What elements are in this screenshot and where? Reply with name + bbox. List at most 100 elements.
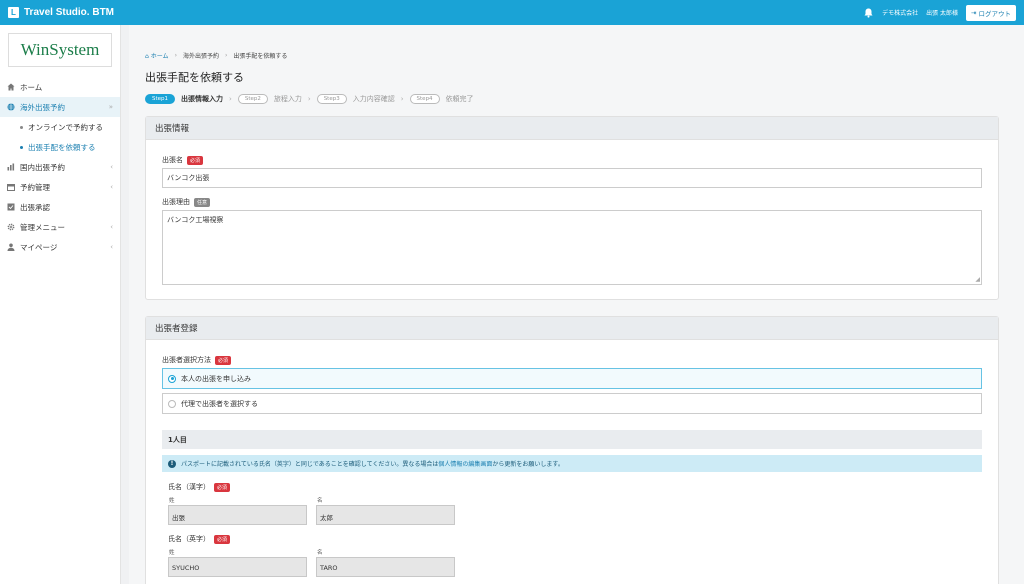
step-pill: Step4 (409, 94, 440, 104)
step-pill: Step1 (145, 94, 176, 104)
sidebar-subitem-online-booking[interactable]: オンラインで予約する (0, 117, 120, 137)
kanji-last-name-field: 出張 (168, 505, 307, 525)
sidebar-item-home[interactable]: ホーム (0, 77, 120, 97)
kanji-first-name-field: 太郎 (316, 505, 455, 525)
sidebar-item-reservations[interactable]: 予約管理 ‹ (0, 177, 120, 197)
trip-name-label: 出張名 必須 (162, 155, 204, 165)
brand[interactable]: L Travel Studio. BTM (8, 7, 114, 18)
sidebar-item-label: ホーム (20, 82, 43, 92)
trip-name-input[interactable]: バンコク出張 (162, 168, 982, 188)
radio-selected-icon (168, 374, 176, 383)
chevron-double-down-icon: » (108, 103, 113, 111)
home-icon: ⌂ (145, 53, 149, 60)
chevron-right-icon: › (400, 95, 404, 103)
sidebar-item-label: 予約管理 (20, 182, 50, 192)
radio-unselected-icon (168, 399, 176, 408)
trip-reason-label: 出張理由 任意 (162, 197, 211, 207)
optional-badge: 任意 (194, 197, 211, 207)
sidebar-item-overseas[interactable]: 海外出張予約 » (0, 97, 120, 117)
trip-reason-textarea[interactable]: バンコク工場視察 ◢ (162, 210, 982, 285)
sidebar-item-admin[interactable]: 管理メニュー ‹ (0, 217, 120, 237)
chevron-right-icon: › (224, 52, 228, 59)
step-label: 出張情報入力 (181, 95, 224, 103)
required-badge: 必須 (214, 482, 231, 492)
user-name: 出張 太郎様 (926, 10, 959, 17)
chevron-left-icon: ‹ (110, 243, 113, 251)
chevron-right-icon: › (229, 95, 232, 103)
breadcrumb-current: 出張手配を依頼する (233, 53, 288, 60)
sidebar-item-domestic[interactable]: 国内出張予約 ‹ (0, 157, 120, 177)
trip-info-card: 出張情報 出張名 必須 バンコク出張 出張理由 任意 バンコク工場視察 ◢ (145, 116, 999, 300)
brand-name: Travel Studio. BTM (24, 7, 115, 18)
sidebar-item-label: 海外出張予約 (20, 102, 65, 112)
first-name-label: 名 (317, 498, 323, 504)
sidebar-subitem-request-arrangement[interactable]: 出張手配を依頼する (0, 137, 120, 157)
selection-method-label: 出張者選択方法 必須 (162, 355, 232, 365)
globe-icon (7, 103, 15, 111)
bullet-icon (20, 145, 23, 149)
chart-icon (7, 163, 15, 171)
last-name-label: 姓 (169, 550, 175, 556)
calendar-icon (7, 183, 15, 191)
top-bar: L Travel Studio. BTM デモ株式会社 出張 太郎様 ⇥ ログア… (0, 0, 1024, 25)
step-pill: Step3 (316, 94, 347, 104)
info-icon: ! (168, 459, 176, 468)
sidebar-item-label: オンラインで予約する (28, 122, 103, 132)
alert-text: パスポートに記載されている氏名（英字）と同じであることを確認してください。異なる… (181, 461, 564, 468)
sidebar-item-label: 国内出張予約 (20, 162, 65, 172)
card-header: 出張情報 (146, 117, 998, 140)
brand-logo-icon: L (8, 7, 19, 18)
radio-option-self[interactable]: 本人の出張を申し込み (162, 368, 982, 389)
home-icon (7, 83, 15, 91)
kanji-name-label: 氏名（漢字） 必須 (168, 482, 231, 492)
required-badge: 必須 (215, 355, 232, 365)
sidebar-item-approval[interactable]: 出張承認 (0, 197, 120, 217)
traveler-card: 出張者登録 出張者選択方法 必須 本人の出張を申し込み 代理で出張者を選択する … (145, 316, 999, 584)
required-badge: 必須 (187, 155, 204, 165)
required-badge: 必須 (214, 534, 231, 544)
breadcrumb-home[interactable]: ⌂ ホーム (145, 51, 169, 60)
chevron-left-icon: ‹ (110, 183, 113, 191)
page-title: 出張手配を依頼する (145, 71, 244, 84)
sidebar-item-label: マイページ (20, 242, 58, 252)
person-heading: 1人目 (162, 430, 982, 449)
chevron-left-icon: ‹ (110, 163, 113, 171)
breadcrumb: ⌂ ホーム › 海外出張予約 › 出張手配を依頼する (145, 51, 287, 60)
profile-edit-link[interactable]: 個人情報の編集画面 (438, 461, 492, 468)
step-label: 入力内容確認 (352, 95, 395, 103)
bell-icon[interactable] (862, 7, 874, 19)
english-name-label: 氏名（英字） 必須 (168, 534, 231, 544)
english-last-name-field: SYUCHO (168, 557, 307, 577)
step-label: 旅程入力 (273, 95, 302, 103)
first-name-label: 名 (317, 550, 323, 556)
step-pill: Step2 (237, 94, 268, 104)
step-label: 依頼完了 (445, 95, 474, 103)
sidebar-item-mypage[interactable]: マイページ ‹ (0, 237, 120, 257)
logout-button[interactable]: ⇥ ログアウト (966, 4, 1016, 21)
breadcrumb-overseas[interactable]: 海外出張予約 (183, 51, 219, 60)
chevron-right-icon: › (174, 52, 177, 59)
passport-info-alert: ! パスポートに記載されている氏名（英字）と同じであることを確認してください。異… (162, 455, 982, 472)
radio-option-proxy[interactable]: 代理で出張者を選択する (162, 393, 982, 414)
logout-icon: ⇥ (971, 8, 977, 17)
last-name-label: 姓 (169, 498, 175, 504)
bullet-icon (20, 125, 23, 129)
logout-label: ログアウト (978, 9, 1012, 18)
sidebar-item-label: 出張手配を依頼する (28, 142, 96, 152)
check-icon (7, 203, 15, 211)
resize-handle-icon[interactable]: ◢ (975, 276, 980, 283)
company-name: デモ株式会社 (882, 10, 919, 17)
gear-icon (7, 223, 15, 231)
main-content: ⌂ ホーム › 海外出張予約 › 出張手配を依頼する 出張手配を依頼する Ste… (129, 25, 1024, 584)
user-icon (7, 243, 15, 251)
card-header: 出張者登録 (146, 317, 998, 340)
sidebar: WinSystem ホーム 海外出張予約 » オンラインで予約する 出張手配を依… (0, 25, 121, 584)
chevron-left-icon: ‹ (110, 223, 113, 231)
step-indicator: Step1 出張情報入力 › Step2 旅程入力 › Step3 入力内容確認… (145, 94, 474, 104)
sidebar-item-label: 管理メニュー (20, 222, 65, 232)
english-first-name-field: TARO (316, 557, 455, 577)
company-logo: WinSystem (8, 33, 112, 67)
textarea-value: バンコク工場視察 (167, 216, 224, 224)
sidebar-item-label: 出張承認 (20, 202, 50, 212)
chevron-right-icon: › (307, 95, 311, 103)
